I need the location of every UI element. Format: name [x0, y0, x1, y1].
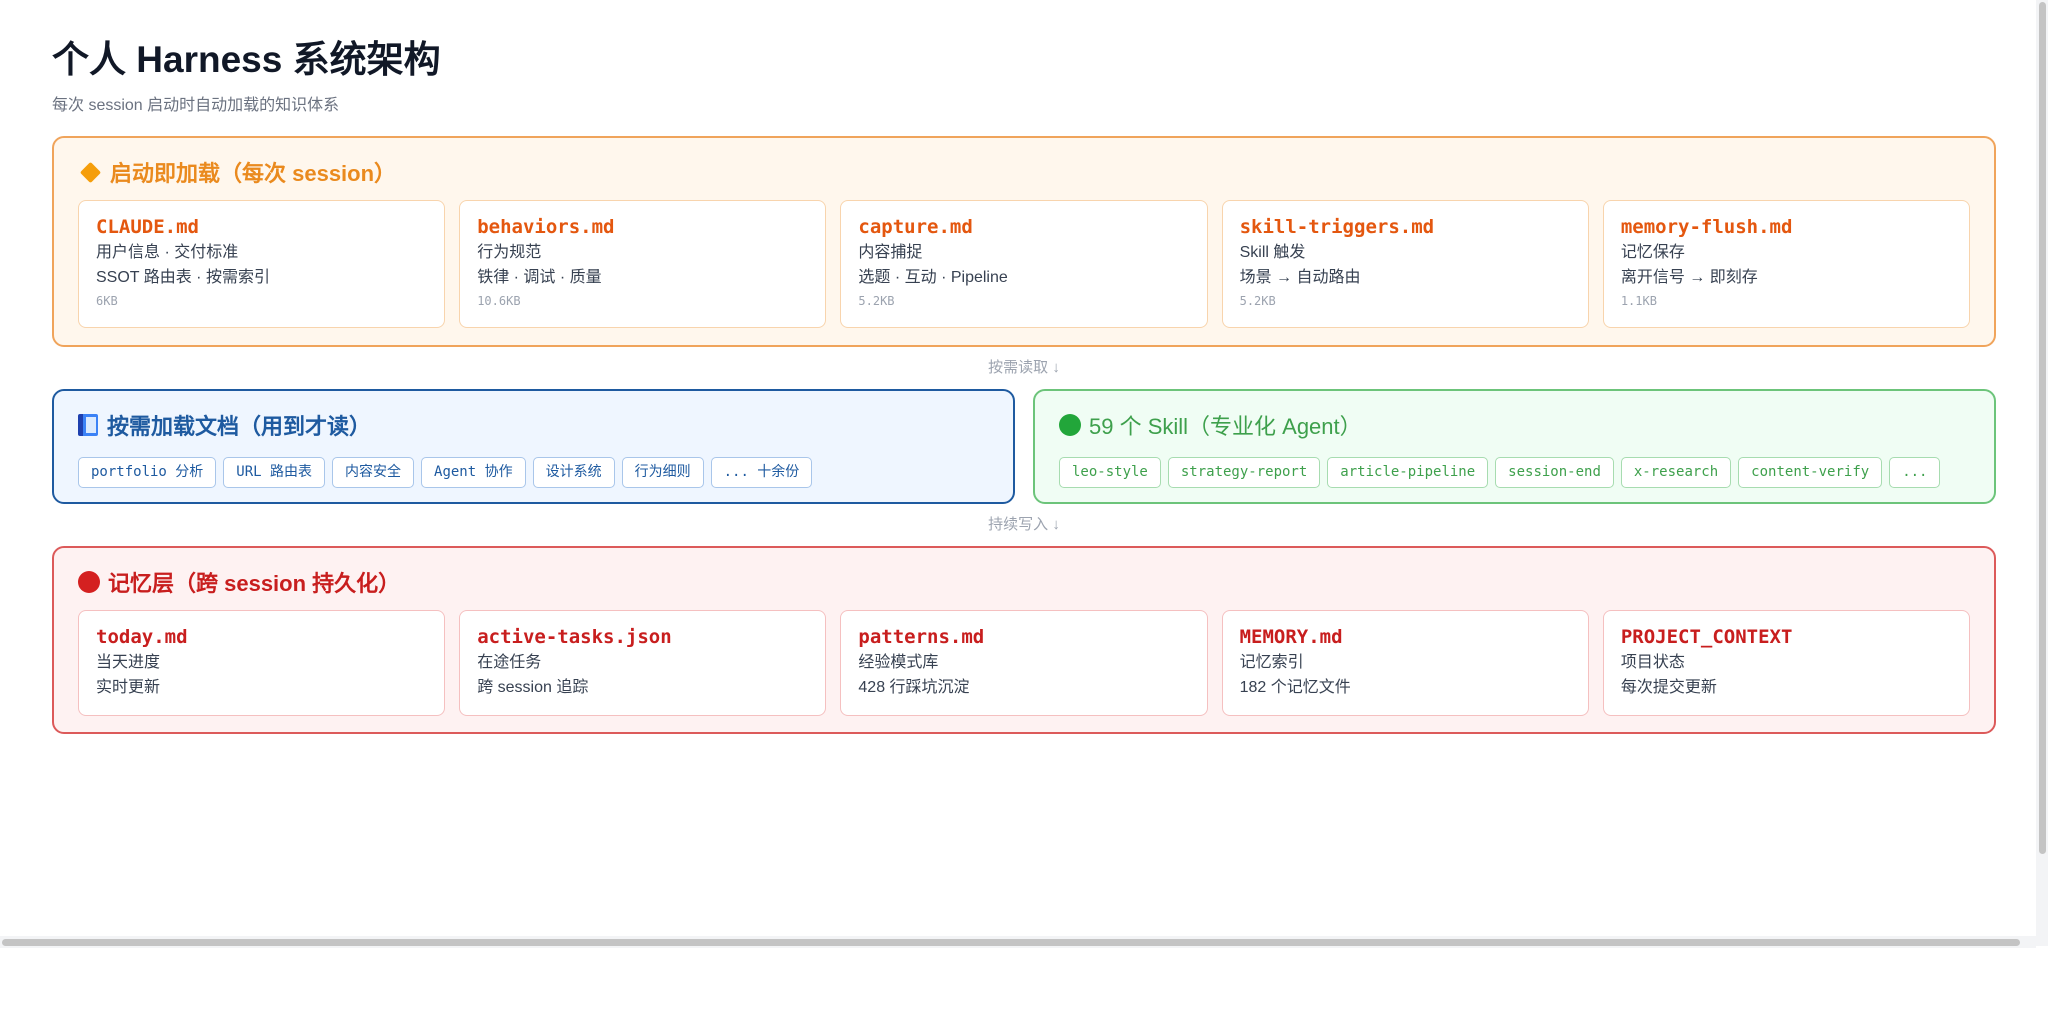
middle-row: 按需加载文档（用到才读） portfolio 分析 URL 路由表 内容安全 A… [52, 389, 1996, 504]
page-subtitle: 每次 session 启动时自动加载的知识体系 [52, 97, 340, 114]
file-card-memory-flush-md: memory-flush.md 记忆保存 离开信号 → 即刻存 1.1KB [1602, 200, 1971, 328]
file-name: today.md [96, 626, 188, 648]
file-size: 1.1KB [1620, 294, 1657, 308]
skill-tag: x-research [1620, 457, 1732, 488]
file-desc-2: 选题 · 互动 · Pipeline [858, 269, 1008, 286]
file-card-today-md: today.md 当天进度 实时更新 [78, 610, 446, 716]
red-circle-icon [78, 571, 100, 593]
file-name: memory-flush.md [1620, 216, 1793, 238]
doc-tag: 行为细则 [621, 457, 704, 488]
file-name: MEMORY.md [1239, 626, 1343, 648]
file-desc-2: 每次提交更新 [1620, 679, 1717, 696]
skill-tag-more: ... [1889, 457, 1941, 488]
file-name: behaviors.md [477, 216, 615, 238]
memory-heading-label: 记忆层（跨 session 持久化） [108, 571, 401, 596]
file-card-behaviors-md: behaviors.md 行为规范 铁律 · 调试 · 质量 10.6KB [459, 200, 827, 328]
vertical-scrollbar-thumb[interactable] [2039, 2, 2046, 854]
memory-section: 记忆层（跨 session 持久化） today.md 当天进度 实时更新 ac… [52, 546, 1996, 734]
page: 个人 Harness 系统架构 每次 session 启动时自动加载的知识体系 … [0, 0, 2048, 1024]
doc-tag-more: ... 十余份 [710, 457, 813, 488]
file-desc-2: 跨 session 追踪 [477, 679, 589, 696]
file-name: capture.md [858, 216, 973, 238]
doc-tag: Agent 协作 [421, 457, 526, 488]
file-name: skill-triggers.md [1239, 216, 1435, 238]
file-card-active-tasks-json: active-tasks.json 在途任务 跨 session 追踪 [459, 610, 827, 716]
file-desc-2: 428 行踩坑沉淀 [858, 679, 970, 696]
vertical-scrollbar[interactable] [2036, 0, 2048, 946]
file-desc-2: SSOT 路由表 · 按需索引 [96, 269, 270, 286]
docs-tag-list: portfolio 分析 URL 路由表 内容安全 Agent 协作 设计系统 … [78, 457, 989, 488]
skill-tag: leo-style [1059, 457, 1161, 488]
file-desc-2: 实时更新 [96, 679, 161, 696]
skills-tag-list: leo-style strategy-report article-pipeli… [1059, 457, 1970, 488]
file-name: patterns.md [858, 626, 985, 648]
doc-tag: URL 路由表 [223, 457, 326, 488]
skill-tag: article-pipeline [1327, 457, 1489, 488]
file-size: 5.2KB [858, 294, 895, 308]
file-desc-1: Skill 触发 [1239, 244, 1306, 261]
file-name: PROJECT_CONTEXT [1620, 626, 1793, 648]
skill-tag: strategy-report [1167, 457, 1321, 488]
file-desc-2: 离开信号 → 即刻存 [1620, 269, 1758, 286]
docs-heading: 按需加载文档（用到才读） [78, 410, 989, 440]
green-circle-icon [1059, 414, 1081, 436]
startup-section: 启动即加载（每次 session） CLAUDE.md 用户信息 · 交付标准 … [52, 136, 1996, 347]
blue-book-icon [78, 414, 98, 436]
file-size: 5.2KB [1239, 294, 1276, 308]
skills-section: 59 个 Skill（专业化 Agent） leo-style strategy… [1033, 389, 1996, 504]
skill-tag: session-end [1495, 457, 1614, 488]
file-desc-1: 用户信息 · 交付标准 [96, 244, 239, 261]
file-card-skill-triggers-md: skill-triggers.md Skill 触发 场景 → 自动路由 5.2… [1221, 200, 1589, 328]
flow-arrow-on-demand: 按需读取 ↓ [988, 359, 1060, 376]
file-desc-1: 当天进度 [96, 654, 161, 671]
startup-file-list: CLAUDE.md 用户信息 · 交付标准 SSOT 路由表 · 按需索引 6K… [78, 200, 1971, 328]
file-card-memory-md: MEMORY.md 记忆索引 182 个记忆文件 [1221, 610, 1589, 716]
skill-tag: content-verify [1738, 457, 1883, 488]
doc-tag: portfolio 分析 [78, 457, 217, 488]
horizontal-scrollbar[interactable] [0, 936, 2036, 948]
file-desc-2: 铁律 · 调试 · 质量 [477, 269, 602, 286]
file-desc-1: 经验模式库 [858, 654, 939, 671]
skills-heading: 59 个 Skill（专业化 Agent） [1059, 410, 1970, 440]
file-desc-1: 记忆索引 [1239, 654, 1304, 671]
file-card-capture-md: capture.md 内容捕捉 选题 · 互动 · Pipeline 5.2KB [840, 200, 1208, 328]
docs-heading-label: 按需加载文档（用到才读） [107, 414, 372, 439]
file-name: CLAUDE.md [96, 216, 199, 238]
startup-heading-label: 启动即加载（每次 session） [110, 161, 397, 186]
file-name: active-tasks.json [477, 626, 672, 648]
file-card-project-context: PROJECT_CONTEXT 项目状态 每次提交更新 [1602, 610, 1971, 716]
startup-heading: 启动即加载（每次 session） [78, 157, 1970, 187]
file-card-patterns-md: patterns.md 经验模式库 428 行踩坑沉淀 [840, 610, 1208, 716]
file-size: 10.6KB [477, 294, 521, 308]
horizontal-scrollbar-thumb[interactable] [2, 939, 2020, 946]
file-size: 6KB [96, 294, 118, 308]
doc-tag: 设计系统 [532, 457, 615, 488]
page-title: 个人 Harness 系统架构 [52, 39, 441, 80]
doc-tag: 内容安全 [332, 457, 415, 488]
flow-arrow-persist: 持续写入 ↓ [988, 516, 1060, 533]
file-desc-1: 行为规范 [477, 244, 542, 261]
file-desc-1: 内容捕捉 [858, 244, 923, 261]
memory-file-list: today.md 当天进度 实时更新 active-tasks.json 在途任… [78, 610, 1971, 716]
orange-diamond-icon [79, 161, 102, 183]
file-desc-1: 项目状态 [1620, 654, 1685, 671]
memory-heading: 记忆层（跨 session 持久化） [78, 567, 1970, 597]
file-desc-2: 场景 → 自动路由 [1239, 269, 1361, 286]
file-desc-1: 在途任务 [477, 654, 542, 671]
docs-section: 按需加载文档（用到才读） portfolio 分析 URL 路由表 内容安全 A… [52, 389, 1015, 504]
file-desc-1: 记忆保存 [1620, 244, 1685, 261]
skills-heading-label: 59 个 Skill（专业化 Agent） [1089, 414, 1362, 439]
architecture-diagram: 个人 Harness 系统架构 每次 session 启动时自动加载的知识体系 … [52, 36, 1996, 734]
file-card-claude-md: CLAUDE.md 用户信息 · 交付标准 SSOT 路由表 · 按需索引 6K… [78, 200, 446, 328]
file-desc-2: 182 个记忆文件 [1239, 679, 1351, 696]
